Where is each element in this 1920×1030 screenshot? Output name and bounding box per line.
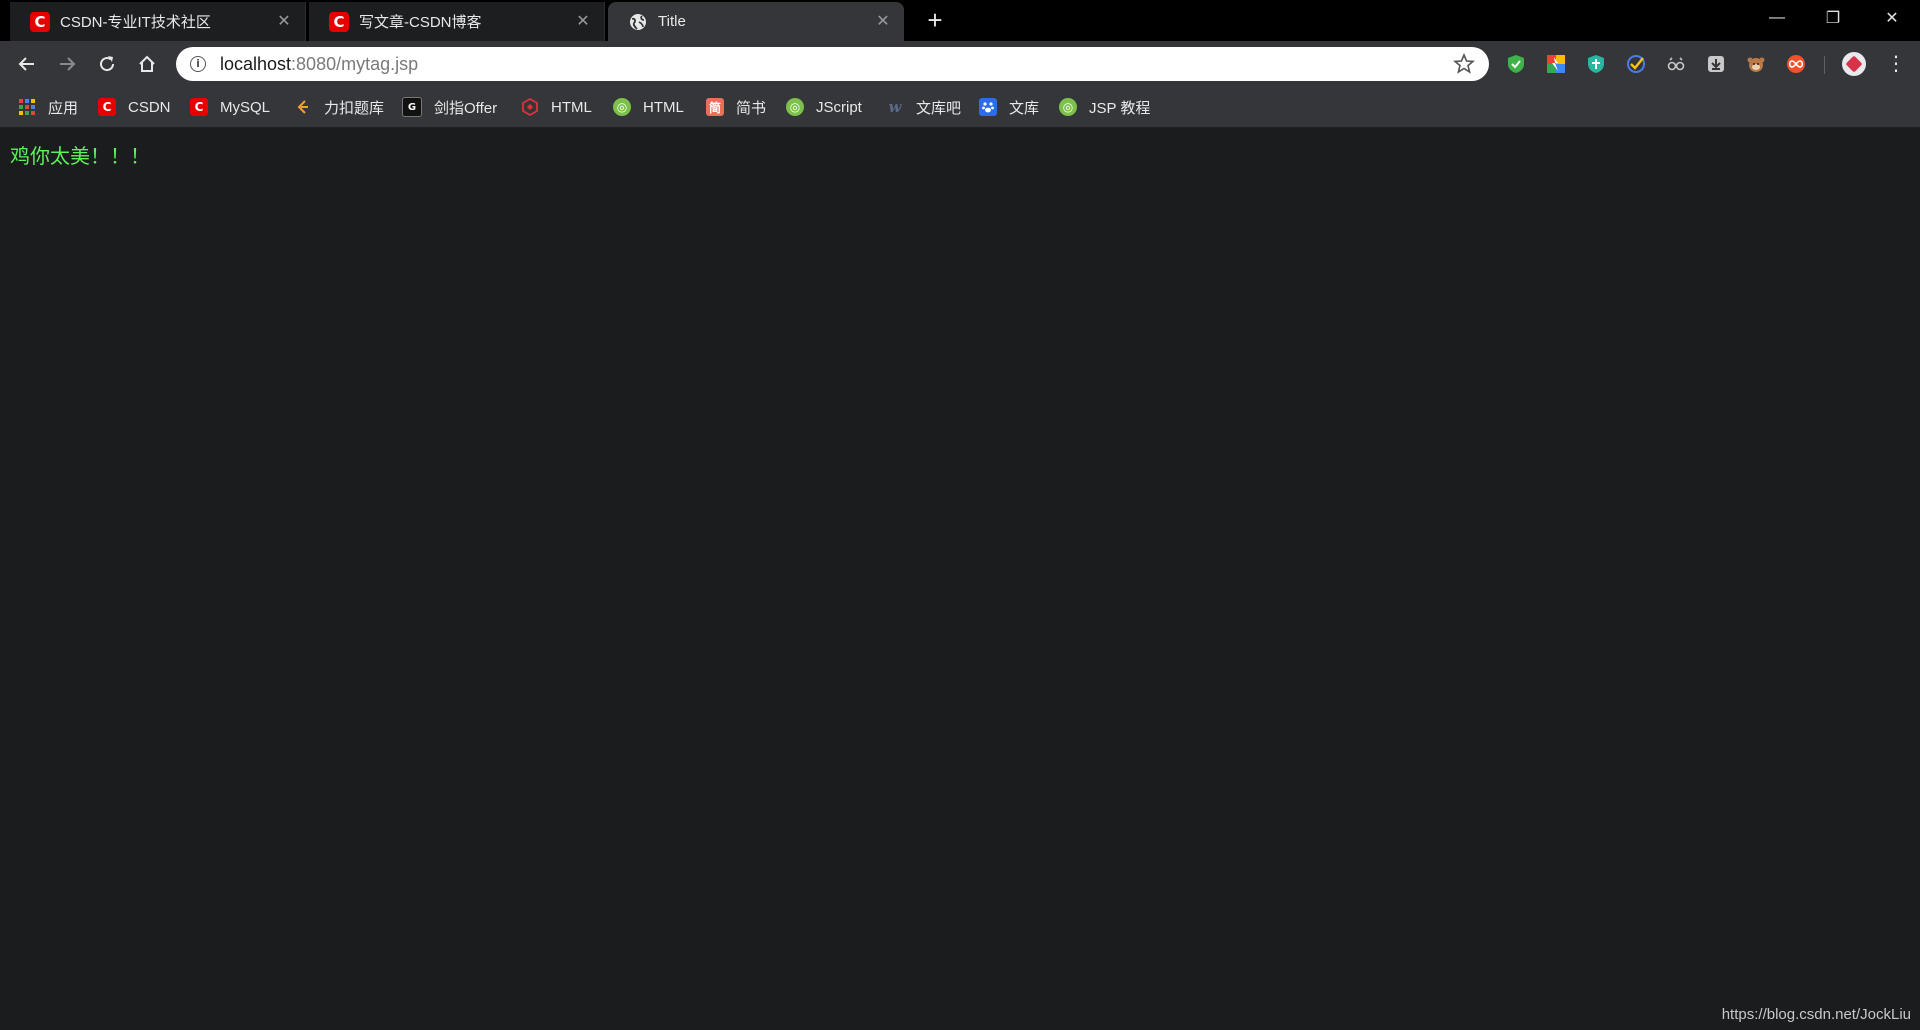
minimize-button[interactable]: — [1749, 0, 1805, 36]
bookmark-jianzhi-offer[interactable]: G 剑指Offer [402, 95, 497, 119]
url-text[interactable]: localhost:8080/mytag.jsp [220, 54, 1453, 75]
address-bar[interactable]: i localhost:8080/mytag.jsp [176, 47, 1489, 81]
close-window-button[interactable]: ✕ [1864, 0, 1920, 36]
bookmark-jsp-tutorial[interactable]: ◎ JSP 教程 [1059, 95, 1150, 119]
bookmark-label: 力扣题库 [324, 99, 385, 117]
toolbar: i localhost:8080/mytag.jsp ⋮ [0, 41, 1920, 87]
csdn-icon: C [329, 11, 349, 32]
runoob-icon: ◎ [613, 98, 631, 116]
tab-close-icon[interactable]: ✕ [275, 13, 293, 31]
bookmark-mysql[interactable]: C MySQL [190, 95, 270, 119]
bookmark-label: CSDN [128, 98, 171, 116]
back-button[interactable] [12, 49, 42, 79]
adblock-shield-icon[interactable] [1506, 54, 1526, 74]
nowcoder-icon: G [402, 97, 422, 117]
bookmark-label: HTML [551, 98, 592, 116]
checkmark-extension-icon[interactable] [1626, 54, 1646, 74]
reload-button[interactable] [92, 49, 122, 79]
apps-grid-icon [18, 98, 36, 116]
bookmark-csdn[interactable]: C CSDN [98, 95, 171, 119]
home-icon [139, 55, 155, 72]
forward-button[interactable] [52, 49, 82, 79]
csdn-icon: C [190, 98, 208, 116]
tab-csdn-home[interactable]: C CSDN-专业IT技术社区 ✕ [10, 2, 306, 41]
tab-title: Title [658, 13, 686, 30]
tab-title-page[interactable]: Title ✕ [608, 2, 904, 41]
profile-avatar[interactable] [1842, 52, 1866, 76]
bookmark-wenkuba[interactable]: w 文库吧 [886, 95, 961, 119]
page-viewport: 鸡你太美！！！ https://blog.csdn.net/JockLiu [0, 128, 1920, 1030]
bookmark-label: JSP 教程 [1089, 99, 1151, 117]
bookmark-leetcode[interactable]: 力扣题库 [294, 95, 384, 119]
globe-icon [628, 12, 648, 32]
bookmark-star-icon[interactable] [1453, 53, 1475, 75]
menu-kebab-icon[interactable]: ⋮ [1886, 54, 1906, 74]
browser-window: C CSDN-专业IT技术社区 ✕ C 写文章-CSDN博客 ✕ Title ✕… [0, 0, 1920, 1030]
colorful-extension-icon[interactable] [1546, 54, 1566, 74]
site-info-icon[interactable]: i [190, 56, 206, 72]
bookmark-label: 剑指Offer [434, 99, 498, 117]
download-icon[interactable] [1706, 54, 1726, 74]
home-button[interactable] [132, 49, 162, 79]
bookmark-label: HTML [643, 98, 684, 116]
page-message: 鸡你太美！！！ [10, 144, 150, 168]
bookmark-label: 文库 [1009, 99, 1040, 117]
csdn-icon: C [98, 98, 116, 116]
tab-title: CSDN-专业IT技术社区 [60, 14, 211, 31]
bookmark-apps[interactable]: 应用 [18, 95, 78, 119]
tampermonkey-icon[interactable] [1746, 54, 1766, 74]
toolbar-divider [1824, 56, 1825, 74]
bookmark-wenku[interactable]: 文库 [979, 95, 1039, 119]
watermark-url: https://blog.csdn.net/JockLiu [1721, 1006, 1911, 1023]
wenkuba-icon: w [888, 98, 902, 116]
bookmark-label: 文库吧 [916, 99, 962, 117]
html-icon [521, 98, 539, 116]
reload-icon [100, 56, 115, 72]
runoob-icon: ◎ [786, 98, 804, 116]
bookmark-label: MySQL [220, 98, 271, 116]
bookmark-label: 简书 [736, 99, 767, 117]
restore-button[interactable]: ❐ [1805, 0, 1861, 36]
new-tab-button[interactable]: + [922, 7, 948, 34]
bookmark-label: JScript [816, 98, 862, 116]
tab-strip: C CSDN-专业IT技术社区 ✕ C 写文章-CSDN博客 ✕ Title ✕… [0, 0, 1920, 41]
bookmark-html-2[interactable]: ◎ HTML [613, 95, 684, 119]
bookmark-jscript[interactable]: ◎ JScript [786, 95, 862, 119]
csdn-icon: C [30, 11, 50, 32]
bookmarks-bar: 应用 C CSDN C MySQL 力扣题库 G 剑指Offer HTML ◎ [0, 87, 1920, 128]
back-arrow-icon [18, 57, 34, 71]
forward-arrow-icon [60, 57, 76, 71]
tab-title: 写文章-CSDN博客 [359, 14, 482, 31]
glasses-extension-icon[interactable] [1666, 54, 1686, 74]
jianshu-icon: 简 [706, 98, 724, 116]
security-shield-icon[interactable] [1586, 54, 1606, 74]
bookmark-label: 应用 [48, 99, 79, 117]
infinity-extension-icon[interactable] [1786, 54, 1806, 74]
runoob-icon: ◎ [1059, 98, 1077, 116]
baidu-wenku-icon [979, 98, 997, 116]
tab-csdn-write[interactable]: C 写文章-CSDN博客 ✕ [309, 2, 605, 41]
leetcode-icon [294, 98, 312, 116]
tab-close-icon[interactable]: ✕ [874, 13, 892, 31]
tab-close-icon[interactable]: ✕ [574, 13, 592, 31]
bookmark-jianshu[interactable]: 简 简书 [706, 95, 766, 119]
bookmark-html-1[interactable]: HTML [521, 95, 592, 119]
